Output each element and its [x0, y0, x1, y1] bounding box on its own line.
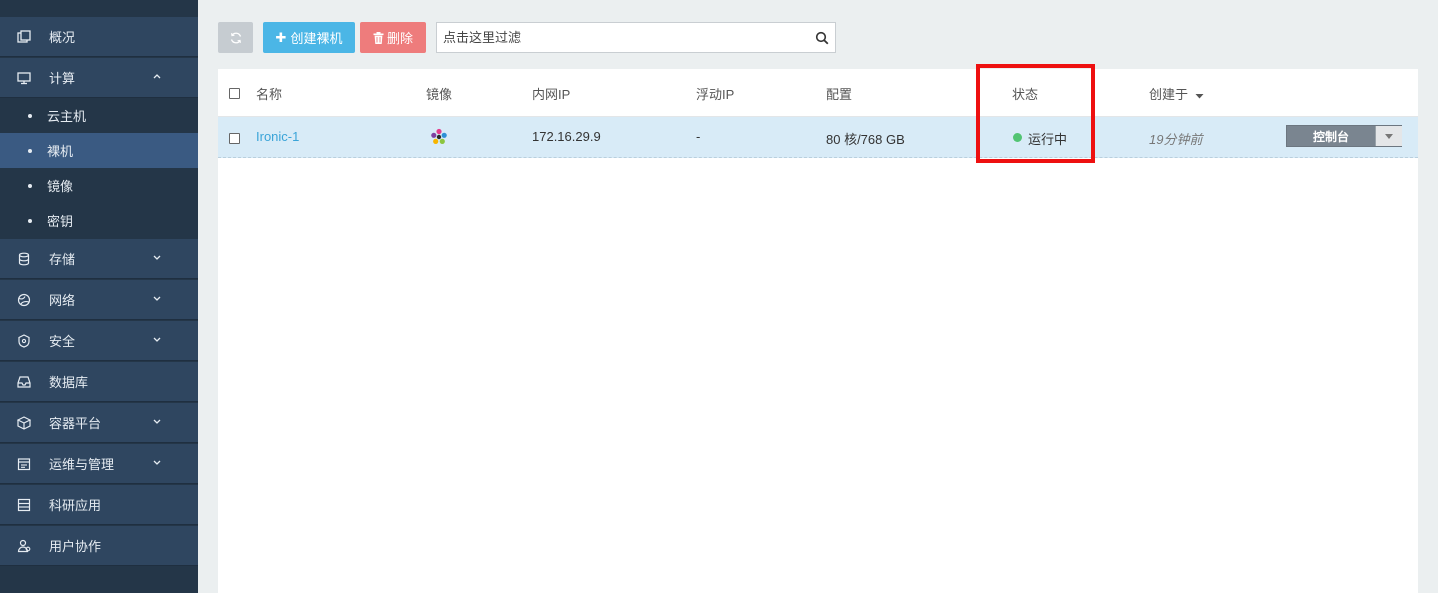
- sidebar-subitem-label: 密钥: [47, 214, 74, 229]
- sidebar-item-label: 网络: [49, 293, 76, 308]
- refresh-button[interactable]: [218, 22, 253, 53]
- shield-icon: [18, 334, 30, 348]
- row-checkbox[interactable]: [229, 133, 240, 144]
- globe-icon: [17, 293, 31, 307]
- chevron-down-icon: [153, 337, 161, 342]
- column-header-status[interactable]: 状态: [1012, 84, 1038, 103]
- filter-search-box: [436, 22, 836, 53]
- status-value: 运行中: [1028, 132, 1068, 147]
- monitor-icon: [17, 72, 31, 85]
- caret-down-icon: [1385, 133, 1393, 139]
- server-icon: [17, 498, 31, 512]
- users-icon: [17, 539, 31, 553]
- sidebar-item-database[interactable]: 数据库: [0, 362, 198, 402]
- sidebar-item-label: 存储: [49, 252, 76, 267]
- delete-button-label: 删除: [386, 31, 413, 46]
- sidebar-subitem-bare-metal[interactable]: 裸机: [0, 133, 198, 168]
- column-header-private-ip: 内网IP: [532, 87, 571, 102]
- bullet-icon: [28, 149, 32, 153]
- sidebar-item-compute[interactable]: 计算: [0, 58, 198, 98]
- console-button[interactable]: 控制台: [1287, 126, 1375, 146]
- sidebar-item-storage[interactable]: 存储: [0, 239, 198, 279]
- database-icon: [18, 252, 30, 266]
- sidebar-item-label: 数据库: [49, 375, 89, 390]
- sidebar: 概况 计算 云主机 裸机 镜像 密钥 存储 网络 安全 数据库 容器平台 运维与…: [0, 0, 198, 593]
- sidebar-item-collaboration[interactable]: 用户协作: [0, 526, 198, 566]
- column-header-created-label: 创建于: [1149, 87, 1189, 102]
- sidebar-item-label: 计算: [49, 71, 76, 86]
- trash-icon: [373, 31, 384, 44]
- sidebar-subitem-keypair[interactable]: 密钥: [0, 203, 198, 238]
- overview-icon: [17, 30, 31, 43]
- private-ip-value: 172.16.29.9: [532, 129, 601, 144]
- sidebar-subitem-cloud-host[interactable]: 云主机: [0, 98, 198, 133]
- calendar-icon: [17, 458, 31, 471]
- select-all-checkbox[interactable]: [229, 88, 240, 99]
- chevron-down-icon: [153, 255, 161, 260]
- create-button-label: 创建裸机: [290, 31, 343, 46]
- sidebar-subitem-label: 云主机: [47, 109, 87, 124]
- delete-button[interactable]: 删除: [360, 22, 426, 53]
- plus-icon: ✚: [275, 29, 287, 45]
- column-header-floating-ip: 浮动IP: [696, 87, 735, 102]
- inbox-icon: [17, 376, 31, 388]
- search-icon[interactable]: [815, 31, 829, 45]
- sidebar-subitem-image[interactable]: 镜像: [0, 168, 198, 203]
- refresh-icon: [230, 32, 241, 43]
- bullet-icon: [28, 184, 32, 188]
- sidebar-item-label: 用户协作: [49, 539, 102, 554]
- chevron-down-icon: [153, 419, 161, 424]
- floating-ip-value: -: [696, 129, 701, 144]
- table-row[interactable]: Ironic-1 172.16.29.9 - 80 核/768 GB 运行中 1…: [218, 117, 1418, 158]
- sidebar-item-research-apps[interactable]: 科研应用: [0, 485, 198, 525]
- sidebar-item-label: 运维与管理: [49, 457, 115, 472]
- bullet-icon: [28, 219, 32, 223]
- sidebar-subitem-label: 镜像: [47, 179, 74, 194]
- sidebar-item-label: 安全: [49, 334, 76, 349]
- table-header: 名称 镜像 内网IP 浮动IP 配置 状态 创建于: [218, 69, 1418, 117]
- sidebar-item-security[interactable]: 安全: [0, 321, 198, 361]
- os-logo-icon: [431, 128, 447, 144]
- console-dropdown-toggle[interactable]: [1375, 126, 1402, 146]
- chevron-down-icon: [153, 460, 161, 465]
- sidebar-subitem-label: 裸机: [47, 144, 74, 159]
- sidebar-item-label: 科研应用: [49, 498, 102, 513]
- sidebar-item-overview[interactable]: 概况: [0, 17, 198, 57]
- sidebar-item-container-platform[interactable]: 容器平台: [0, 403, 198, 443]
- container-icon: [17, 416, 31, 430]
- instance-name-link[interactable]: Ironic-1: [256, 129, 299, 144]
- sort-desc-icon: [1195, 93, 1204, 99]
- chevron-up-icon: [153, 74, 161, 79]
- filter-input[interactable]: [437, 23, 807, 52]
- sidebar-item-label: 容器平台: [49, 416, 102, 431]
- column-header-image: 镜像: [426, 87, 453, 102]
- config-value: 80 核/768 GB: [826, 132, 905, 147]
- sidebar-item-label: 概况: [49, 30, 76, 45]
- column-header-name[interactable]: 名称: [256, 84, 282, 103]
- console-split-button: 控制台: [1286, 125, 1402, 147]
- created-time-value: 19分钟前: [1149, 132, 1203, 147]
- chevron-down-icon: [153, 296, 161, 301]
- create-bare-metal-button[interactable]: ✚ 创建裸机: [263, 22, 355, 53]
- bare-metal-table: 名称 镜像 内网IP 浮动IP 配置 状态 创建于 Ironic-1 172.1…: [218, 69, 1418, 593]
- column-header-config: 配置: [826, 87, 853, 102]
- column-header-created[interactable]: 创建于: [1149, 84, 1204, 103]
- status-running-icon: [1013, 133, 1022, 142]
- sidebar-item-ops-management[interactable]: 运维与管理: [0, 444, 198, 484]
- bullet-icon: [28, 114, 32, 118]
- sidebar-item-network[interactable]: 网络: [0, 280, 198, 320]
